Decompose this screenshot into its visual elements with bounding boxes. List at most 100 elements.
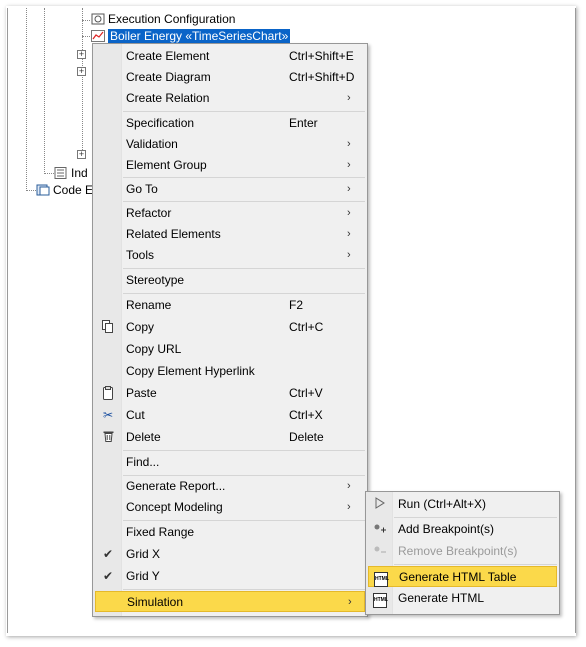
html-table-icon: HTML <box>373 570 389 587</box>
menu-item-create-relation[interactable]: Create Relation › <box>95 88 365 109</box>
menu-item-element-group[interactable]: Element Group › <box>95 155 365 176</box>
menu-item-paste[interactable]: Paste Ctrl+V <box>95 383 365 404</box>
menu-item-label: Create Diagram <box>126 70 211 84</box>
menu-item-shortcut: F2 <box>289 298 304 312</box>
submenu-arrow-icon: › <box>347 228 351 240</box>
menu-item-shortcut: Ctrl+X <box>289 408 323 422</box>
submenu-item-remove-breakpoints[interactable]: Remove Breakpoint(s) <box>368 541 557 562</box>
menu-item-label: Generate Report... <box>126 479 226 493</box>
menu-item-specification[interactable]: Specification Enter <box>95 113 365 134</box>
menu-item-shortcut: Ctrl+Shift+E <box>289 49 354 63</box>
submenu-item-add-breakpoints[interactable]: Add Breakpoint(s) <box>368 519 557 540</box>
menu-item-validation[interactable]: Validation › <box>95 134 365 155</box>
menu-item-copy[interactable]: Copy Ctrl+C <box>95 317 365 338</box>
menu-item-label: Create Relation <box>126 91 210 105</box>
submenu-arrow-icon: › <box>347 249 351 261</box>
menu-item-shortcut: Delete <box>289 430 324 444</box>
menu-item-related-elements[interactable]: Related Elements › <box>95 224 365 245</box>
time-series-chart-icon <box>91 30 105 42</box>
tree-node-label: Boiler Energy «TimeSeriesChart» <box>108 29 291 43</box>
menu-separator <box>394 564 557 565</box>
checkmark-icon: ✔ <box>102 547 114 561</box>
submenu-item-generate-html[interactable]: HTML Generate HTML <box>368 588 557 609</box>
tree-node-label: Code E <box>53 183 94 197</box>
menu-item-cut[interactable]: ✂ Cut Ctrl+X <box>95 405 365 426</box>
document-icon <box>54 167 68 179</box>
menu-item-concept-modeling[interactable]: Concept Modeling › <box>95 497 365 518</box>
tree-node-label: Execution Configuration <box>108 12 236 26</box>
submenu-arrow-icon: › <box>347 480 351 492</box>
menu-item-generate-report[interactable]: Generate Report... › <box>95 476 365 497</box>
tree-node-code-engineering[interactable]: Code E <box>36 182 93 198</box>
tree-line <box>44 8 45 174</box>
submenu-item-label: Run (Ctrl+Alt+X) <box>398 497 487 511</box>
tree-node-ind[interactable]: Ind <box>54 165 88 181</box>
tree-node-label: Ind <box>71 166 88 180</box>
tree-node-execution-configuration[interactable]: Execution Configuration <box>91 11 235 27</box>
menu-item-label: Create Element <box>126 49 210 63</box>
submenu-arrow-icon: › <box>347 501 351 513</box>
menu-item-copy-element-hyperlink[interactable]: Copy Element Hyperlink <box>95 361 365 382</box>
menu-item-label: Stereotype <box>126 273 185 287</box>
menu-item-simulation[interactable]: Simulation › <box>95 591 365 612</box>
menu-item-delete[interactable]: Delete Delete <box>95 427 365 448</box>
menu-item-go-to[interactable]: Go To › <box>95 179 365 200</box>
menu-item-label: Tools <box>126 248 155 262</box>
submenu-item-label: Generate HTML Table <box>399 570 517 584</box>
paste-icon <box>100 386 116 401</box>
expand-icon[interactable]: + <box>77 150 86 159</box>
menu-separator <box>123 293 365 294</box>
menu-item-label: Grid X <box>126 547 161 561</box>
simulation-submenu: Run (Ctrl+Alt+X) Add Breakpoint(s) Remov… <box>365 491 560 615</box>
menu-item-label: Element Group <box>126 158 207 172</box>
submenu-arrow-icon: › <box>347 138 351 150</box>
menu-item-grid-y[interactable]: ✔ Grid Y <box>95 566 365 587</box>
menu-item-create-element[interactable]: Create Element Ctrl+Shift+E <box>95 46 365 67</box>
menu-item-label: Find... <box>126 455 160 469</box>
menu-item-grid-x[interactable]: ✔ Grid X <box>95 544 365 565</box>
play-icon <box>372 497 388 512</box>
menu-item-label: Copy Element Hyperlink <box>126 364 255 378</box>
menu-item-label: Delete <box>126 430 161 444</box>
menu-item-label: Copy <box>126 320 155 334</box>
menu-item-fixed-range[interactable]: Fixed Range <box>95 522 365 543</box>
submenu-item-run[interactable]: Run (Ctrl+Alt+X) <box>368 494 557 515</box>
menu-item-label: Concept Modeling <box>126 500 223 514</box>
submenu-item-generate-html-table[interactable]: HTML Generate HTML Table <box>368 566 557 587</box>
menu-separator <box>123 111 365 112</box>
menu-item-label: Paste <box>126 386 157 400</box>
add-breakpoint-icon <box>372 522 388 537</box>
menu-item-create-diagram[interactable]: Create Diagram Ctrl+Shift+D <box>95 67 365 88</box>
remove-breakpoint-icon <box>372 544 388 559</box>
tree-line <box>44 173 54 174</box>
menu-item-tools[interactable]: Tools › <box>95 245 365 266</box>
code-engineering-icon <box>36 184 50 196</box>
submenu-arrow-icon: › <box>347 159 351 171</box>
menu-item-find[interactable]: Find... <box>95 452 365 473</box>
menu-item-label: Go To <box>126 182 158 196</box>
html-icon-text: HTML <box>373 593 388 608</box>
submenu-item-label: Remove Breakpoint(s) <box>398 544 518 558</box>
menu-item-label: Copy URL <box>126 342 182 356</box>
expand-icon[interactable]: + <box>77 67 86 76</box>
menu-separator <box>123 450 365 451</box>
scissors-icon: ✂ <box>102 408 114 422</box>
tree-node-boiler-energy[interactable]: Boiler Energy «TimeSeriesChart» <box>91 28 291 44</box>
expand-icon[interactable]: + <box>77 50 86 59</box>
tree-line <box>82 8 83 158</box>
menu-item-label: Fixed Range <box>126 525 195 539</box>
menu-item-rename[interactable]: Rename F2 <box>95 295 365 316</box>
menu-separator <box>123 177 365 178</box>
trash-icon <box>100 430 116 445</box>
menu-item-shortcut: Ctrl+V <box>289 386 323 400</box>
menu-item-stereotype[interactable]: Stereotype <box>95 270 365 291</box>
menu-item-copy-url[interactable]: Copy URL <box>95 339 365 360</box>
menu-separator <box>123 589 365 590</box>
context-menu: Create Element Ctrl+Shift+E Create Diagr… <box>92 43 368 617</box>
tree-line <box>82 20 90 21</box>
menu-item-label: Rename <box>126 298 172 312</box>
submenu-arrow-icon: › <box>347 183 351 195</box>
menu-item-refactor[interactable]: Refactor › <box>95 203 365 224</box>
submenu-item-label: Add Breakpoint(s) <box>398 522 495 536</box>
menu-separator <box>394 517 557 518</box>
